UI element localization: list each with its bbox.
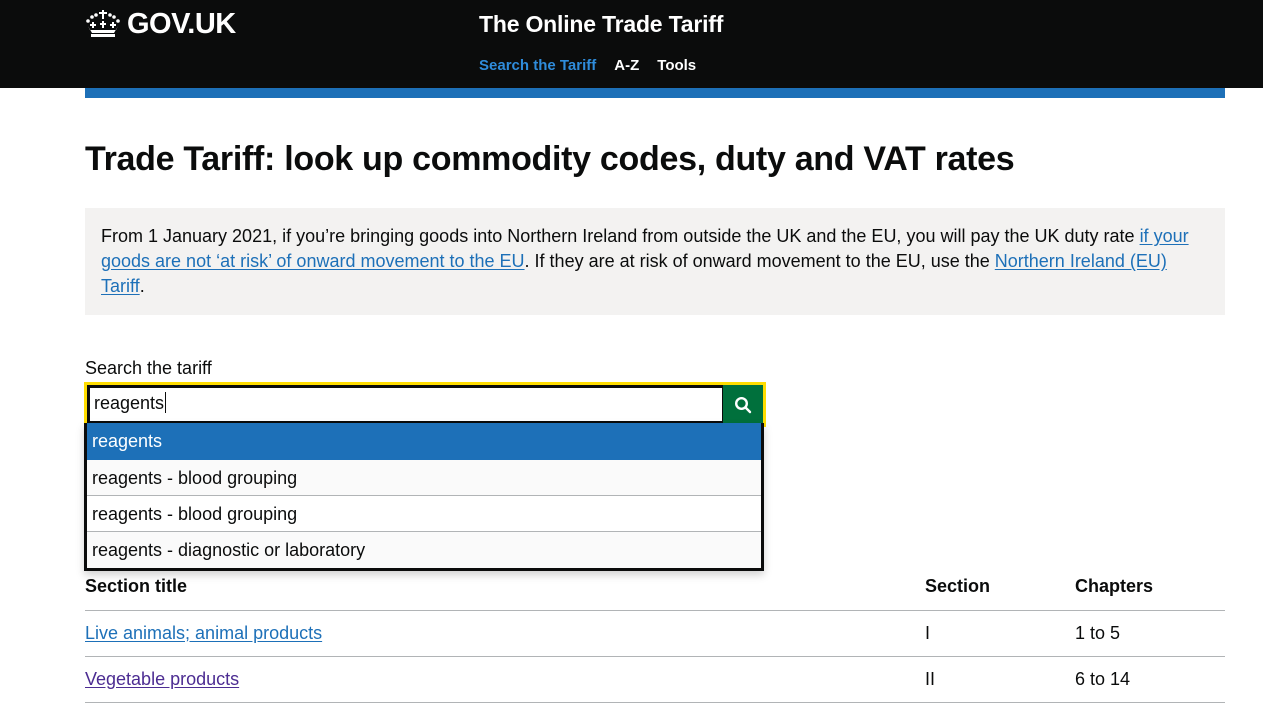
page-title: Trade Tariff: look up commodity codes, d… <box>85 140 1015 178</box>
header-blue-bar <box>85 88 1225 98</box>
section-link[interactable]: Vegetable products <box>85 669 239 689</box>
search-form: reagents <box>84 382 766 427</box>
govuk-logo-link[interactable]: GOV.UK <box>85 8 236 40</box>
logo-text: GOV.UK <box>127 8 236 40</box>
nav-search-the-tariff[interactable]: Search the Tariff <box>479 56 596 76</box>
suggestion-item[interactable]: reagents <box>87 423 761 460</box>
crown-icon <box>85 9 121 39</box>
search-button[interactable] <box>723 385 763 424</box>
inset-text-2: . If they are at risk of onward movement… <box>524 251 995 271</box>
header-chapters: Chapters <box>1075 564 1225 611</box>
chapters-cell: 1 to 5 <box>1075 610 1225 657</box>
search-icon <box>734 396 752 414</box>
search-label: Search the tariff <box>85 358 212 378</box>
header-section: Section <box>925 564 1075 611</box>
section-link[interactable]: Live animals; animal products <box>85 623 322 643</box>
northern-ireland-inset-text: From 1 January 2021, if you’re bringing … <box>85 208 1225 315</box>
text-caret <box>165 392 167 414</box>
nav-tools[interactable]: Tools <box>657 56 696 76</box>
section-title-cell: Vegetable products <box>85 656 925 703</box>
service-name-link[interactable]: The Online Trade Tariff <box>479 9 723 39</box>
header-nav: Search the Tariff A-Z Tools <box>479 56 696 76</box>
table-row: Live animals; animal products I 1 to 5 <box>85 610 1225 657</box>
table-row: Vegetable products II 6 to 14 <box>85 656 1225 703</box>
chapters-cell: 6 to 14 <box>1075 656 1225 703</box>
section-title-cell: Live animals; animal products <box>85 610 925 657</box>
search-input-value: reagents <box>94 393 165 413</box>
autocomplete-suggestions: reagents reagents - blood grouping reage… <box>84 423 764 571</box>
suggestion-item[interactable]: reagents - blood grouping <box>87 460 761 496</box>
site-header: GOV.UK The Online Trade Tariff Search th… <box>0 0 1263 88</box>
search-input[interactable]: reagents <box>87 385 725 424</box>
nav-a-z[interactable]: A-Z <box>614 56 639 76</box>
section-number-cell: I <box>925 610 1075 657</box>
inset-text-1: From 1 January 2021, if you’re bringing … <box>101 226 1140 246</box>
sections-table: Section title Section Chapters Live anim… <box>85 564 1225 703</box>
suggestion-item[interactable]: reagents - diagnostic or laboratory <box>87 532 761 568</box>
section-number-cell: II <box>925 656 1075 703</box>
suggestion-item[interactable]: reagents - blood grouping <box>87 496 761 532</box>
inset-text-3: . <box>139 276 145 296</box>
